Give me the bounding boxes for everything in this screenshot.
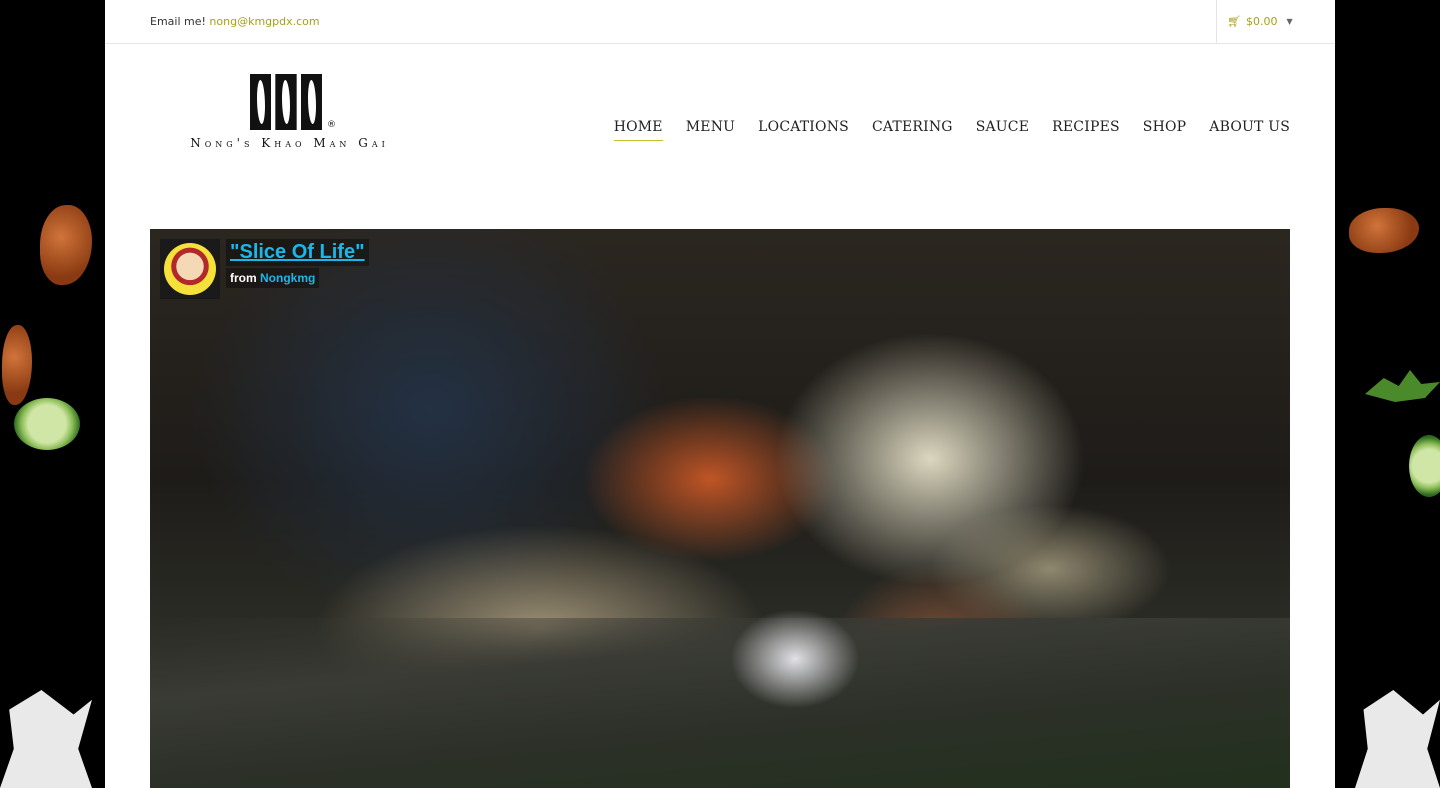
video-player[interactable]: "Slice Of Life" from Nongkmg <box>150 229 1290 788</box>
nav-item-sauce[interactable]: SAUCE <box>976 119 1029 141</box>
logo-mark-icon <box>250 74 322 130</box>
video-frame-highlight <box>730 609 860 709</box>
author-avatar[interactable] <box>160 239 220 299</box>
site-header: ® Nong's Khao Man Gai HOME MENU LOCATION… <box>105 44 1335 229</box>
nav-item-catering[interactable]: CATERING <box>872 119 953 141</box>
sauce-drip <box>2 325 32 405</box>
video-frame-rock <box>150 618 1290 788</box>
logo-wordmark: Nong's Khao Man Gai <box>190 136 389 150</box>
nav-item-home[interactable]: HOME <box>613 119 663 141</box>
video-byline: from Nongkmg <box>226 268 320 288</box>
main-nav: HOME MENU LOCATIONS CATERING SAUCE RECIP… <box>613 119 1290 141</box>
video-badge: "Slice Of Life" from Nongkmg <box>160 239 369 299</box>
cart-icon: 🛒︎ <box>1227 15 1241 28</box>
author-link[interactable]: Nongkmg <box>260 271 315 285</box>
left-backdrop <box>0 0 105 788</box>
herb-leaf <box>1365 370 1440 402</box>
byline-from: from <box>230 271 257 285</box>
cart-dropdown[interactable]: 🛒︎ $0.00 ▼ <box>1216 0 1293 43</box>
page-container: Email me! nong@kmgpdx.com 🛒︎ $0.00 ▼ ® N… <box>105 0 1335 788</box>
right-backdrop <box>1335 0 1440 788</box>
cucumber-slice <box>14 398 80 450</box>
sauce-splash <box>40 205 92 285</box>
cart-total: $0.00 <box>1245 15 1278 28</box>
top-bar: Email me! nong@kmgpdx.com 🛒︎ $0.00 ▼ <box>105 0 1335 44</box>
video-title[interactable]: "Slice Of Life" <box>226 239 369 266</box>
email-link[interactable]: nong@kmgpdx.com <box>209 15 319 28</box>
nav-item-menu[interactable]: MENU <box>686 119 735 141</box>
cucumber-slice <box>1409 435 1440 497</box>
nav-item-recipes[interactable]: RECIPES <box>1052 119 1120 141</box>
paper-wrap <box>1355 690 1440 788</box>
chevron-down-icon: ▼ <box>1286 17 1293 26</box>
sauce-splash <box>1349 208 1419 253</box>
nav-item-about-us[interactable]: ABOUT US <box>1209 119 1290 141</box>
site-logo[interactable]: ® Nong's Khao Man Gai <box>177 72 402 162</box>
nav-item-locations[interactable]: LOCATIONS <box>758 119 849 141</box>
email-label: Email me! <box>150 15 206 28</box>
paper-wrap <box>0 690 92 788</box>
email-line: Email me! nong@kmgpdx.com <box>150 15 320 28</box>
registered-mark: ® <box>327 120 336 130</box>
nav-item-shop[interactable]: SHOP <box>1143 119 1187 141</box>
